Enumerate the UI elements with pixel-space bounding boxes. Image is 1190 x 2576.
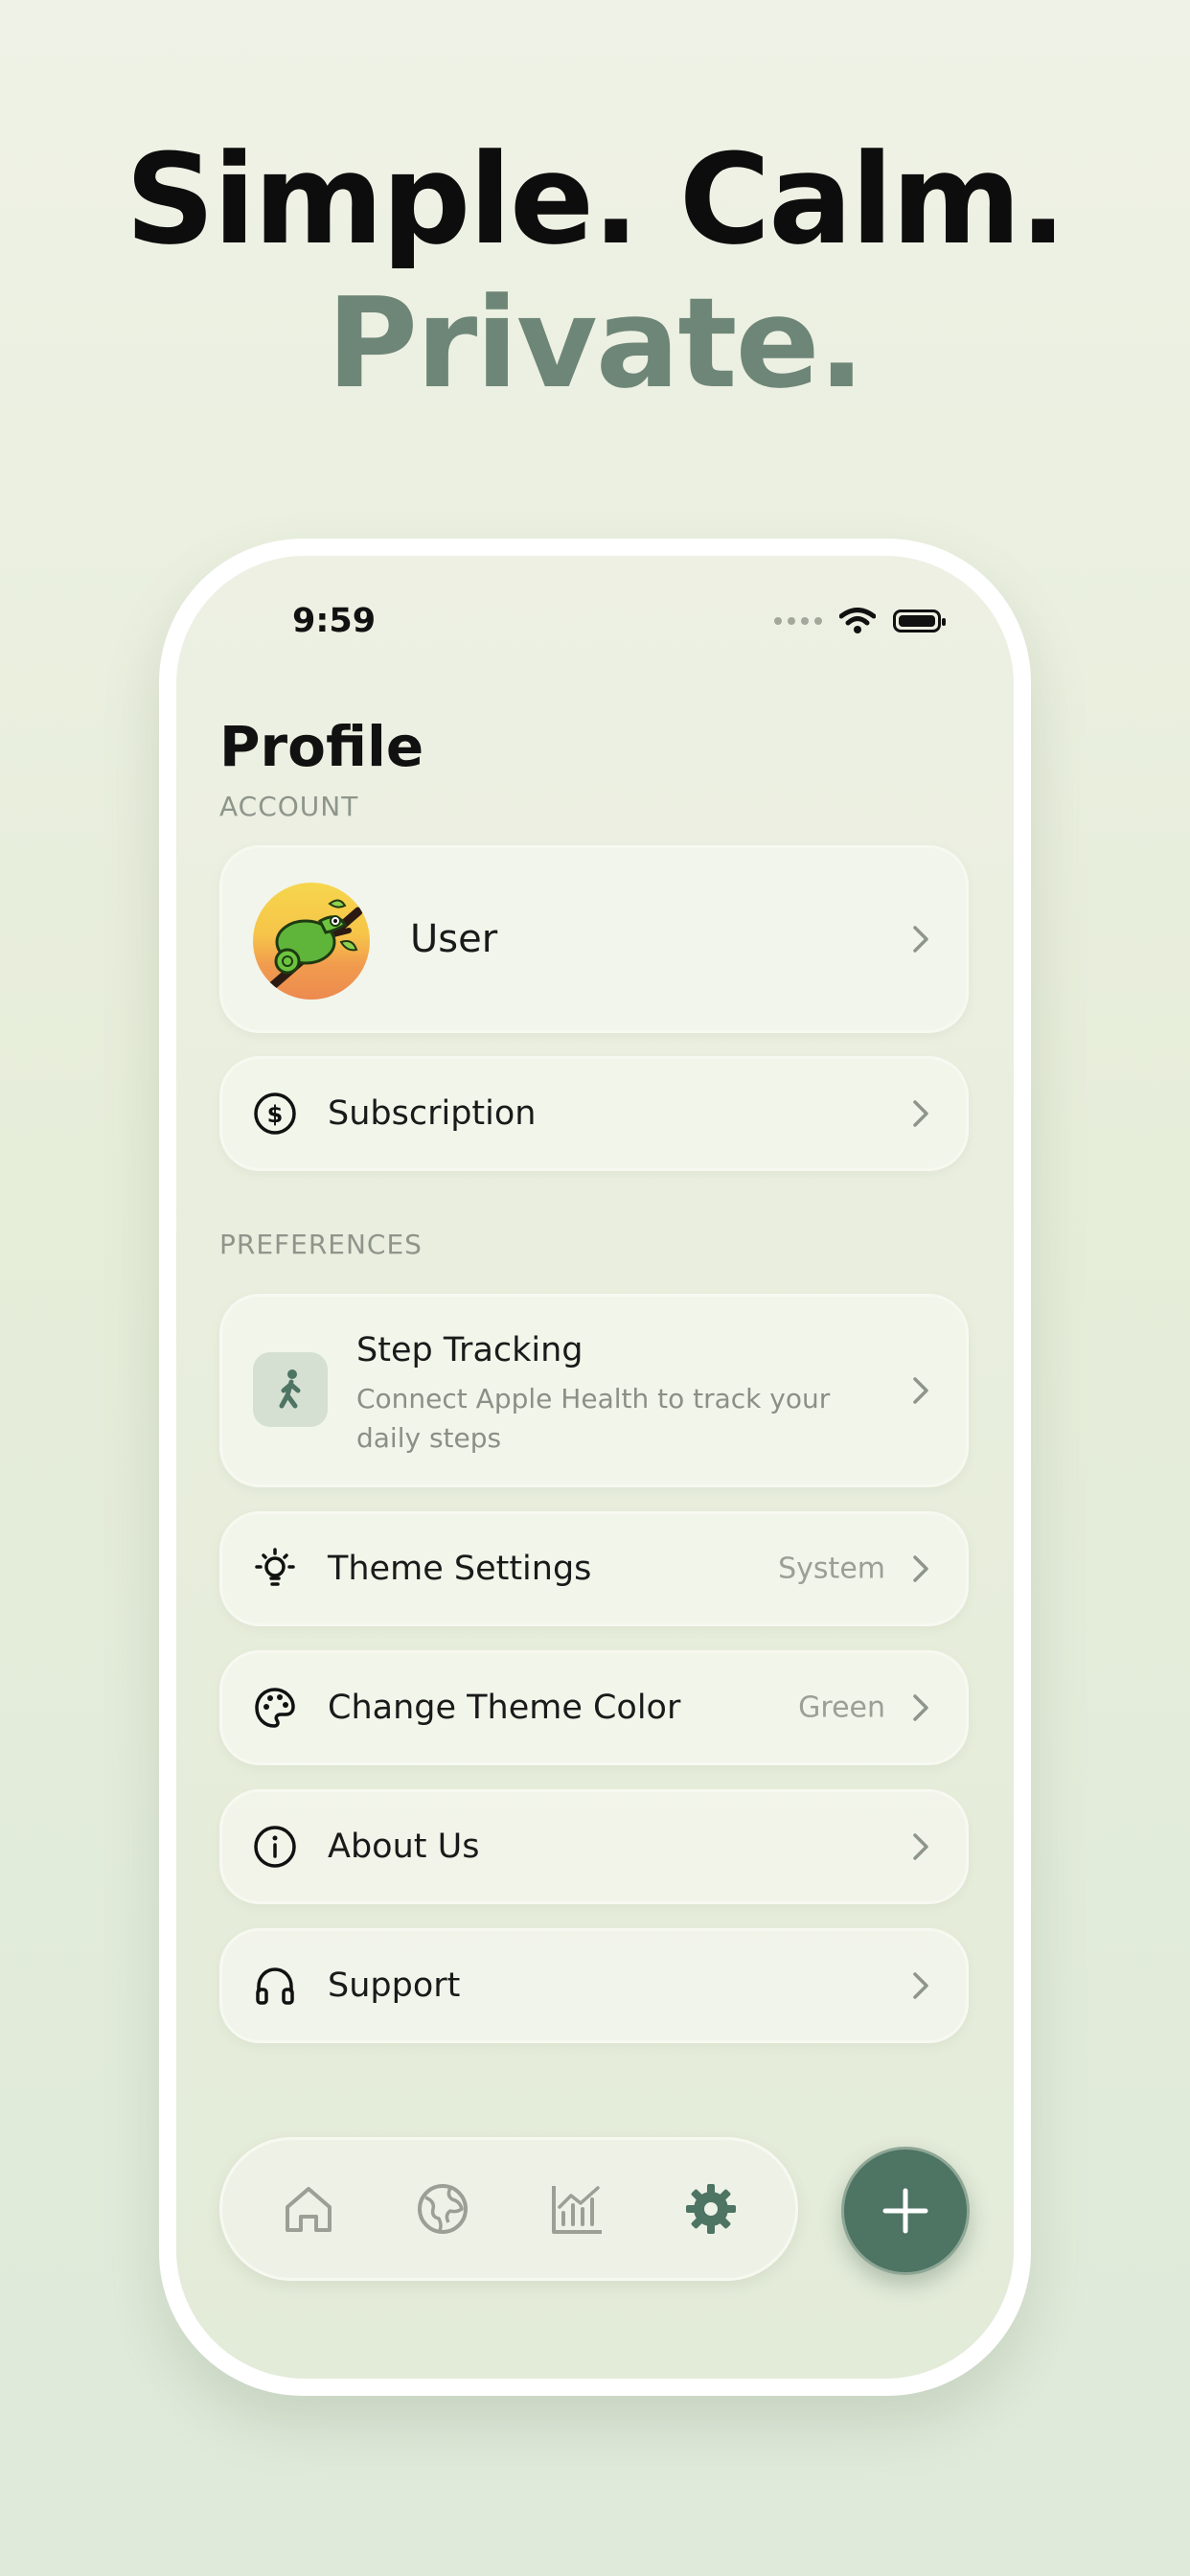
theme-settings-row[interactable]: Theme Settings System — [219, 1511, 969, 1626]
chameleon-avatar-icon — [267, 899, 363, 991]
theme-settings-label: Theme Settings — [328, 1550, 592, 1588]
change-theme-color-row[interactable]: Change Theme Color Green — [219, 1650, 969, 1765]
chevron-right-icon — [913, 1833, 928, 1860]
svg-text:$: $ — [267, 1101, 284, 1128]
headline-line-2: Private. — [326, 270, 865, 416]
lightbulb-icon — [255, 1548, 295, 1586]
section-label-account: ACCOUNT — [219, 791, 359, 822]
change-theme-color-label: Change Theme Color — [328, 1689, 681, 1727]
chevron-right-icon — [913, 1377, 928, 1404]
status-time: 9:59 — [292, 602, 377, 640]
walking-person-icon — [279, 1369, 301, 1409]
phone-frame: 9:59 Profile ACCOUNT User $ Subscription… — [159, 539, 1031, 2396]
home-icon[interactable] — [280, 2180, 337, 2238]
about-us-label: About Us — [328, 1828, 480, 1866]
chevron-right-icon — [913, 1100, 928, 1127]
dollar-circle-icon: $ — [254, 1092, 296, 1135]
step-tracking-subtitle: Connect Apple Health to track your daily… — [356, 1383, 831, 1454]
headline-line-1: Simple. Calm. — [125, 126, 1067, 272]
tab-bar — [219, 2137, 798, 2281]
chevron-right-icon — [913, 1972, 928, 1999]
wifi-icon — [839, 608, 876, 633]
page-title: Profile — [219, 714, 424, 779]
avatar — [253, 883, 370, 1000]
info-icon — [254, 1826, 296, 1868]
add-button[interactable] — [841, 2147, 970, 2275]
subscription-row[interactable]: $ Subscription — [219, 1056, 969, 1171]
step-tracking-row[interactable]: Step Tracking Connect Apple Health to tr… — [219, 1294, 969, 1487]
step-tracking-icon-box — [253, 1352, 328, 1427]
headphones-icon — [256, 1967, 294, 2005]
signal-dots-icon — [774, 617, 822, 625]
gear-icon[interactable] — [682, 2180, 740, 2238]
change-theme-color-value: Green — [798, 1690, 885, 1725]
battery-icon — [893, 610, 946, 632]
support-label: Support — [328, 1966, 461, 2005]
user-profile-row[interactable]: User — [219, 845, 969, 1033]
chart-icon[interactable] — [548, 2180, 606, 2238]
globe-icon[interactable] — [414, 2180, 471, 2238]
step-tracking-title: Step Tracking — [356, 1331, 584, 1369]
plus-icon — [882, 2188, 928, 2234]
phone-screen: 9:59 Profile ACCOUNT User $ Subscription… — [176, 556, 1014, 2379]
status-icons — [774, 608, 946, 634]
marketing-headline: Simple. Calm. Private. — [0, 125, 1190, 418]
subscription-label: Subscription — [328, 1094, 537, 1133]
chevron-right-icon — [913, 926, 928, 953]
theme-settings-value: System — [778, 1552, 885, 1586]
user-name: User — [410, 917, 498, 961]
support-row[interactable]: Support — [219, 1928, 969, 2043]
about-us-row[interactable]: About Us — [219, 1789, 969, 1904]
chevron-right-icon — [913, 1555, 928, 1582]
chevron-right-icon — [913, 1694, 928, 1721]
section-label-preferences: PREFERENCES — [219, 1229, 423, 1260]
palette-icon — [255, 1688, 295, 1728]
